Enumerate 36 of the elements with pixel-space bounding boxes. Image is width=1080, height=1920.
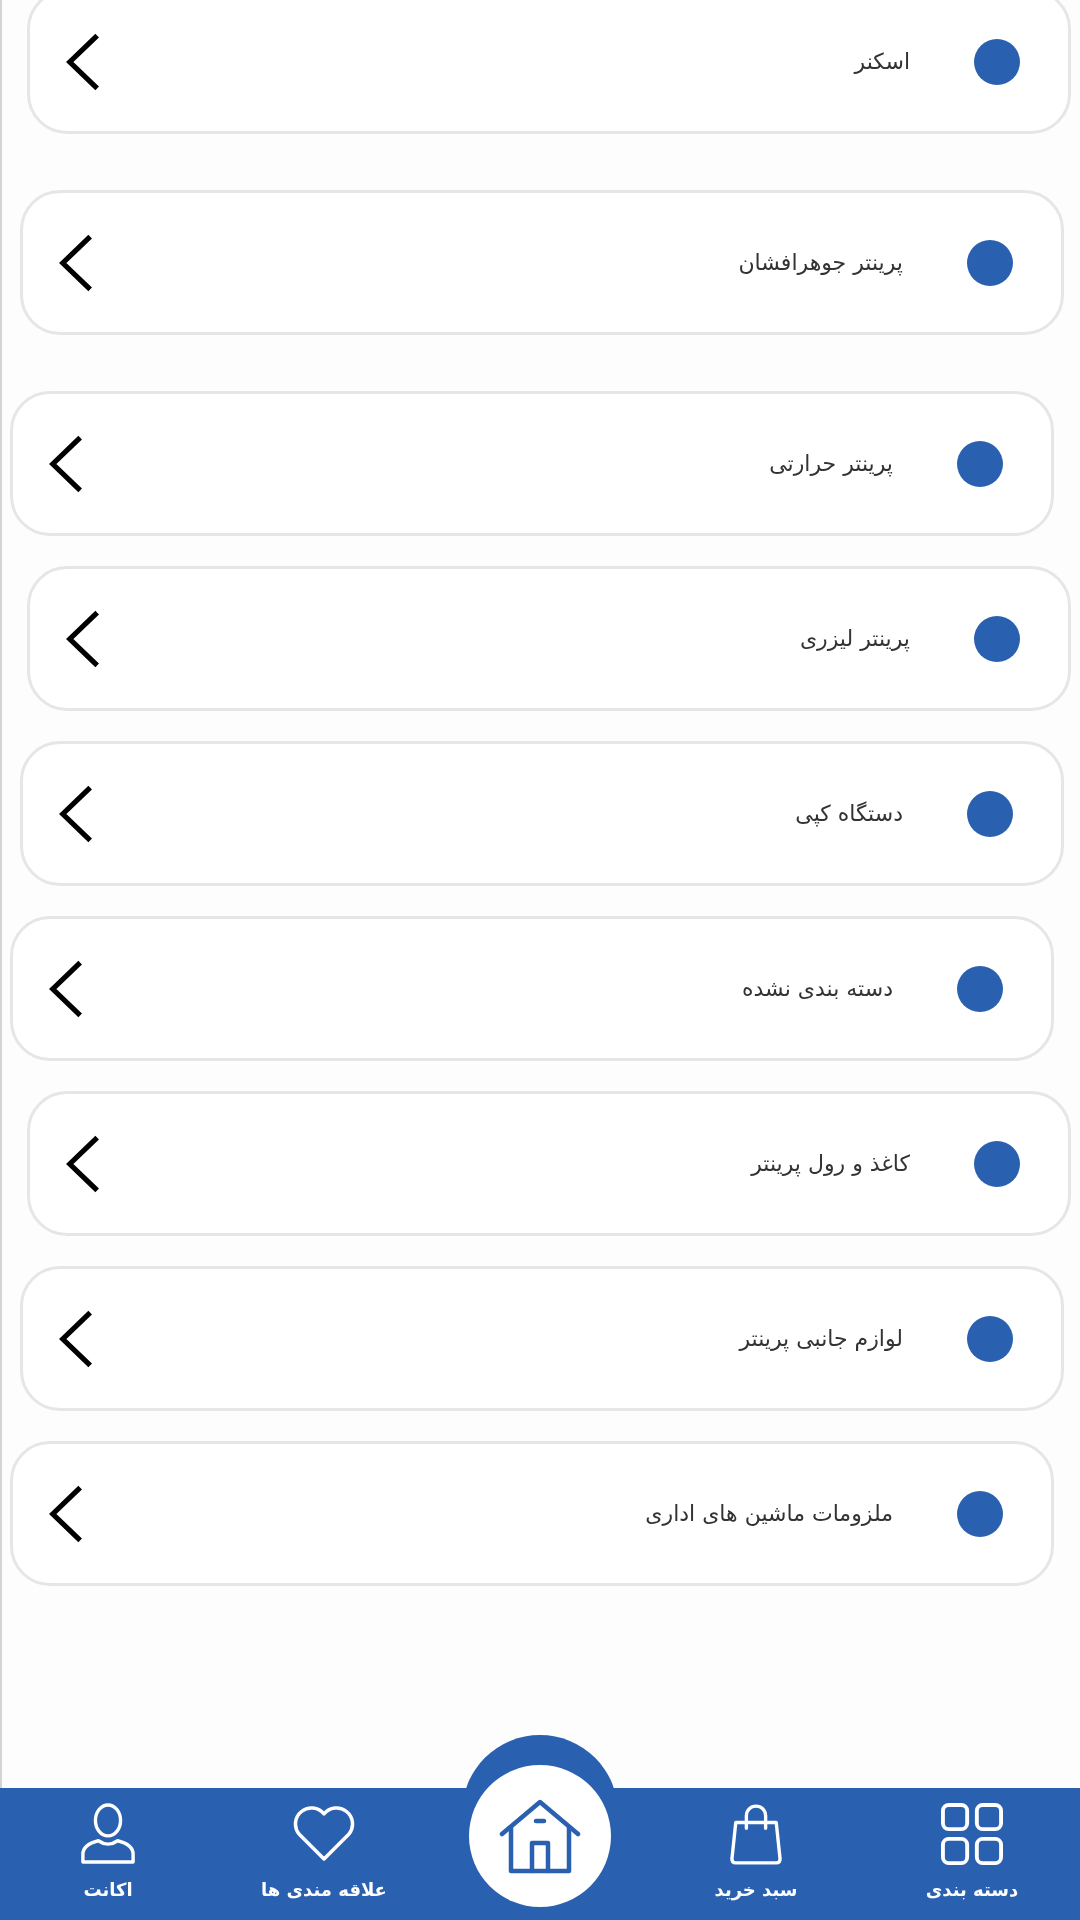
bullet-dot-icon	[957, 1490, 1003, 1537]
chevron-left-icon	[59, 783, 93, 844]
bullet-dot-icon	[967, 1315, 1013, 1362]
category-item[interactable]: پرینتر حرارتی	[10, 391, 1054, 536]
category-item[interactable]: ملزومات ماشین های اداری	[10, 1441, 1054, 1586]
bullet-dot-icon	[974, 38, 1020, 85]
category-item[interactable]: دستگاه کپی	[20, 741, 1064, 886]
heart-icon	[292, 1806, 356, 1862]
bullet-dot-icon	[967, 790, 1013, 837]
chevron-left-icon	[66, 31, 100, 92]
chevron-left-icon	[59, 232, 93, 293]
bullet-dot-icon	[957, 440, 1003, 487]
chevron-left-icon	[49, 433, 83, 494]
category-item[interactable]: اسکنر	[27, 0, 1071, 134]
chevron-left-icon	[66, 1133, 100, 1194]
shopping-bag-icon	[730, 1803, 782, 1865]
category-item[interactable]: کاغذ و رول پرینتر	[27, 1091, 1071, 1236]
nav-tab[interactable]: دسته بندی	[925, 1788, 1019, 1901]
person-icon	[80, 1803, 136, 1865]
nav-tab[interactable]: علاقه مندی ها	[261, 1788, 387, 1901]
bullet-dot-icon	[957, 965, 1003, 1012]
bullet-dot-icon	[974, 1140, 1020, 1187]
bullet-dot-icon	[967, 239, 1013, 286]
category-item[interactable]: دسته بندی نشده	[10, 916, 1054, 1061]
chevron-left-icon	[49, 1483, 83, 1544]
house-icon	[499, 1798, 581, 1874]
nav-tab[interactable]: سبد خرید	[714, 1788, 798, 1901]
bullet-dot-icon	[974, 615, 1020, 662]
category-item[interactable]: پرینتر جوهرافشان	[20, 190, 1064, 335]
chevron-left-icon	[66, 608, 100, 669]
nav-tab[interactable]: اکانت	[80, 1788, 136, 1901]
category-item[interactable]: پرینتر لیزری	[27, 566, 1071, 711]
category-item[interactable]: لوازم جانبی پرینتر	[20, 1266, 1064, 1411]
chevron-left-icon	[49, 958, 83, 1019]
grid-icon	[941, 1803, 1003, 1865]
chevron-left-icon	[59, 1308, 93, 1369]
